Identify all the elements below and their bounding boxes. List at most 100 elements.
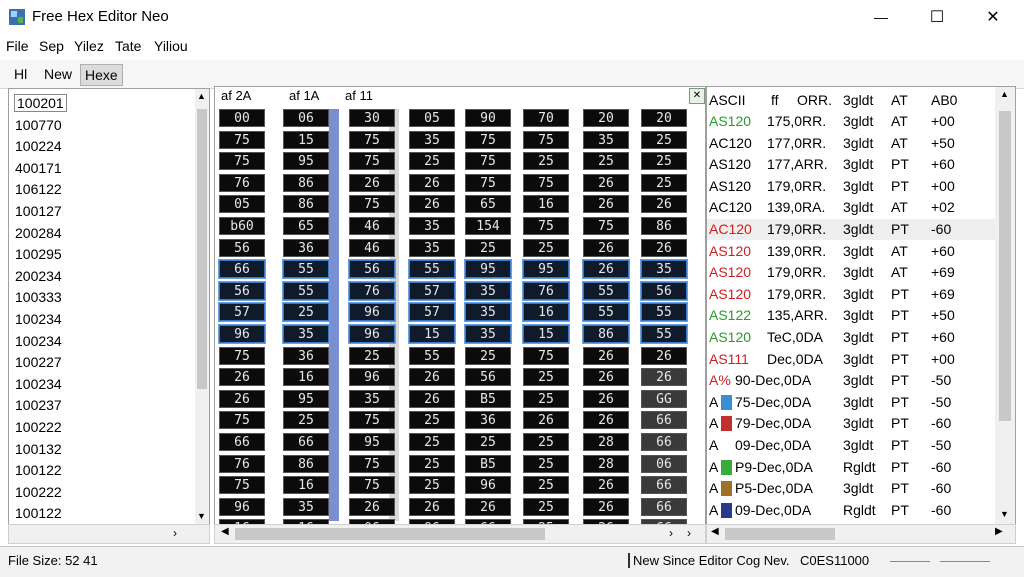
hex-cell[interactable]: 25 (465, 433, 511, 451)
hex-cell[interactable]: 26 (349, 173, 395, 192)
ascii-row[interactable]: AS120 TeC,0DA 3gldt PT +60 (707, 327, 995, 348)
hex-cell[interactable]: 26 (523, 411, 569, 430)
ascii-horizontal-scrollbar[interactable]: ◀ ▶ (706, 524, 1016, 544)
hex-cell[interactable]: 20 (583, 109, 629, 127)
hex-cell[interactable]: 46 (349, 217, 395, 235)
hex-cell[interactable]: 86 (641, 217, 687, 235)
hex-cell[interactable]: 26 (641, 195, 687, 214)
hex-cell[interactable]: 25 (523, 389, 569, 408)
hex-cell[interactable]: 25 (583, 152, 629, 171)
hex-cell[interactable]: 00 (219, 109, 265, 127)
ascii-pane[interactable]: ASCII ff ORR. 3gldt AT AB0 AS120 175,0RR.… (706, 86, 1016, 526)
hex-cell[interactable]: 75 (523, 130, 569, 149)
address-row[interactable]: 400171 (15, 160, 62, 176)
ascii-vertical-scrollbar[interactable]: ▲ ▼ (995, 87, 1015, 525)
hex-cell[interactable]: 15 (283, 130, 329, 149)
address-horizontal-scrollbar[interactable]: › (8, 524, 210, 544)
hex-cell[interactable]: 26 (641, 238, 687, 257)
address-scroll-thumb[interactable] (197, 109, 207, 389)
hex-cell[interactable]: 56 (219, 281, 265, 300)
hex-cell[interactable]: 55 (583, 303, 629, 322)
hex-cell[interactable]: 25 (523, 368, 569, 387)
hex-cell[interactable]: 05 (409, 109, 455, 127)
scroll-up-icon[interactable]: ▲ (1000, 89, 1009, 99)
ascii-row[interactable]: AS120 139,0RR. 3gldt AT +60 (707, 241, 995, 262)
hex-cell[interactable]: 26 (583, 238, 629, 257)
hex-cell[interactable]: 36 (465, 411, 511, 430)
hex-cell[interactable]: 65 (465, 195, 511, 214)
hex-cell[interactable]: 76 (523, 281, 569, 300)
hex-cell[interactable]: 66 (219, 433, 265, 451)
minimize-button[interactable]: — (852, 0, 910, 34)
hex-cell[interactable]: 26 (219, 368, 265, 387)
ascii-row[interactable]: A 79-Dec,0DA 3gldt PT -60 (707, 413, 995, 434)
scroll-up-icon[interactable]: ▲ (197, 91, 206, 101)
hex-cell[interactable]: 56 (219, 238, 265, 257)
hex-cell[interactable]: 57 (219, 303, 265, 322)
ascii-scroll-thumb-h[interactable] (725, 528, 835, 540)
hex-horizontal-scrollbar[interactable]: ◀ › › (214, 524, 706, 544)
hex-cell[interactable]: 66 (641, 433, 687, 451)
address-vertical-scrollbar[interactable]: ▲ ▼ (195, 89, 209, 525)
address-row[interactable]: 200234 (15, 268, 62, 284)
address-row[interactable]: 100333 (15, 289, 62, 305)
hex-cell[interactable]: 86 (283, 454, 329, 473)
hex-cell[interactable]: 66 (641, 497, 687, 516)
hex-cell[interactable]: 26 (583, 389, 629, 408)
scroll-right-icon[interactable]: › (669, 526, 673, 540)
hex-cell[interactable]: 95 (465, 260, 511, 279)
hex-cell[interactable]: 35 (465, 303, 511, 322)
hex-cell[interactable]: 86 (283, 195, 329, 214)
scroll-down-icon[interactable]: ▼ (197, 511, 206, 521)
hex-cell[interactable]: 26 (219, 389, 265, 408)
menu-yilez[interactable]: Yilez (74, 38, 104, 54)
hex-cell[interactable]: 35 (409, 217, 455, 235)
scroll-left-icon[interactable]: ◀ (221, 526, 229, 537)
hex-cell[interactable]: 05 (219, 195, 265, 214)
hex-cell[interactable]: 75 (349, 411, 395, 430)
hex-cell[interactable]: 26 (465, 497, 511, 516)
hex-cell[interactable]: 25 (523, 238, 569, 257)
hex-cell[interactable]: 35 (465, 325, 511, 343)
ascii-row[interactable]: A P5-Dec,0DA 3gldt PT -60 (707, 478, 995, 499)
ascii-row[interactable]: AS120 175,0RR. 3gldt AT +00 (707, 111, 995, 132)
hex-cell[interactable]: 90 (465, 109, 511, 127)
hex-cell[interactable]: 25 (465, 238, 511, 257)
hex-cell[interactable]: 26 (583, 368, 629, 387)
hex-cell[interactable]: 06 (283, 109, 329, 127)
address-row[interactable]: 100201 (14, 94, 67, 112)
hex-cell[interactable]: 76 (349, 281, 395, 300)
hex-cell[interactable]: 35 (583, 130, 629, 149)
hex-cell[interactable]: b60 (219, 217, 265, 235)
address-row[interactable]: 106122 (15, 181, 62, 197)
hex-cell[interactable]: 16 (283, 476, 329, 495)
hex-cell[interactable]: 66 (219, 260, 265, 279)
hex-cell[interactable]: 56 (349, 260, 395, 279)
close-pane-icon[interactable]: ✕ (689, 88, 705, 104)
toolbar-hl-button[interactable]: Hl (10, 64, 31, 84)
ascii-scroll-thumb[interactable] (999, 111, 1011, 421)
hex-cell[interactable]: B5 (465, 389, 511, 408)
hex-cell[interactable]: 57 (409, 281, 455, 300)
hex-cell[interactable]: 25 (465, 346, 511, 365)
hex-cell[interactable]: 96 (349, 368, 395, 387)
address-row[interactable]: 100127 (15, 203, 62, 219)
address-row[interactable]: 100234 (15, 333, 62, 349)
hex-cell[interactable]: 75 (523, 346, 569, 365)
hex-cell[interactable]: 55 (641, 303, 687, 322)
hex-cell[interactable]: 55 (583, 281, 629, 300)
hex-cell[interactable]: 16 (523, 303, 569, 322)
hex-cell[interactable]: 28 (583, 433, 629, 451)
hex-cell[interactable]: 36 (283, 238, 329, 257)
address-row[interactable]: 100234 (15, 311, 62, 327)
hex-cell[interactable]: 55 (641, 325, 687, 343)
hex-cell[interactable]: 75 (523, 173, 569, 192)
hex-cell[interactable]: 06 (641, 454, 687, 473)
hex-cell[interactable]: 26 (583, 411, 629, 430)
hex-cell[interactable]: 35 (409, 238, 455, 257)
hex-cell[interactable]: 25 (283, 411, 329, 430)
menu-sep[interactable]: Sep (39, 38, 64, 54)
hex-scroll-thumb[interactable] (235, 528, 545, 540)
hex-cell[interactable]: 25 (409, 411, 455, 430)
hex-cell[interactable]: 56 (641, 281, 687, 300)
